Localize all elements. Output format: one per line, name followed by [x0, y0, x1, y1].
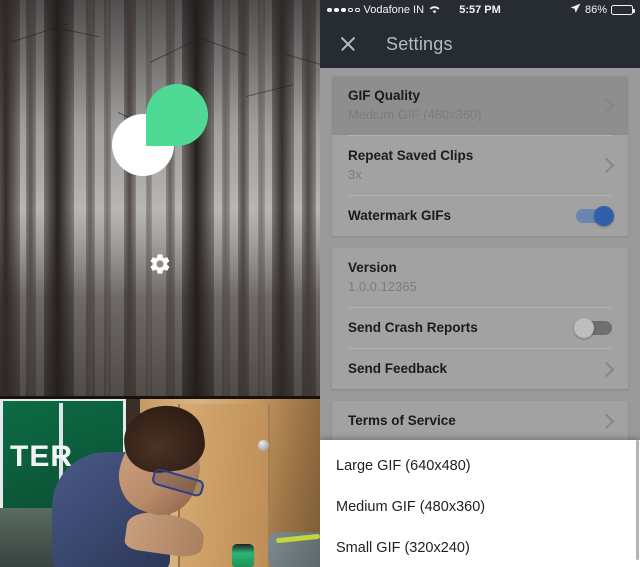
photo-door-knob [258, 440, 269, 451]
tree-trunk [238, 0, 249, 396]
settings-row-version: Version 1.0.0.12365 [332, 248, 628, 307]
settings-row-gif-quality[interactable]: GIF Quality Medium GIF (480x360) [332, 76, 628, 135]
tree-trunk [146, 0, 152, 396]
row-title: Watermark GIFs [348, 208, 452, 223]
gif-quality-dialog[interactable]: Large GIF (640x480) Medium GIF (480x360) S… [320, 440, 640, 567]
captured-photo: TER [0, 396, 320, 567]
row-text-group: GIF Quality Medium GIF (480x360) [348, 87, 591, 124]
row-text-group: Terms of Service [348, 412, 591, 430]
settings-row-send-feedback[interactable]: Send Feedback [332, 349, 628, 389]
row-title: Version [348, 260, 397, 275]
row-title: Repeat Saved Clips [348, 148, 474, 163]
signal-dot-filled [341, 7, 346, 13]
location-arrow-icon [570, 3, 581, 17]
settings-row-send-crash-reports[interactable]: Send Crash Reports [332, 308, 628, 348]
row-text-group: Send Crash Reports [348, 319, 566, 337]
photo-divider [0, 396, 320, 399]
tree-trunk [104, 0, 111, 396]
tree-trunk [272, 0, 294, 396]
photo-water-bottle [232, 544, 254, 567]
page-title: Settings [386, 33, 453, 54]
tree-trunk [86, 0, 95, 396]
row-title: Terms of Service [348, 413, 456, 428]
wifi-icon [428, 4, 441, 17]
gear-icon[interactable] [148, 252, 172, 276]
app-logo [112, 84, 208, 176]
tree-trunk [124, 0, 136, 396]
tree-trunk [222, 0, 230, 396]
tree-trunk [44, 0, 74, 396]
row-title: Send Crash Reports [348, 320, 478, 335]
chevron-right-icon [598, 361, 615, 377]
settings-row-watermark-gifs[interactable]: Watermark GIFs [332, 196, 628, 236]
signal-dot-empty [348, 7, 353, 13]
tree-trunk [0, 0, 20, 396]
signal-dot-empty [355, 7, 360, 13]
row-subtitle: 3x [348, 167, 362, 182]
toggle-switch-send-crash-reports[interactable] [574, 318, 612, 338]
chevron-right-icon [598, 413, 615, 429]
tree-trunk [166, 0, 175, 396]
settings-row-terms-of-service[interactable]: Terms of Service [332, 401, 628, 441]
settings-card: Version 1.0.0.12365 Send Crash Reports Send… [332, 248, 628, 389]
battery-icon [611, 5, 635, 15]
row-subtitle: Medium GIF (480x360) [348, 107, 482, 122]
tree-trunk [26, 0, 36, 396]
app-camera-screen: TER [0, 0, 320, 567]
signal-dot-filled [327, 7, 332, 13]
chevron-right-icon [598, 157, 615, 174]
row-text-group: Repeat Saved Clips 3x [348, 147, 591, 184]
tree-trunk [182, 0, 214, 396]
toggle-switch-watermark-gifs[interactable] [576, 206, 614, 226]
toggle-knob [574, 318, 594, 338]
row-title: GIF Quality [348, 88, 421, 103]
row-text-group: Version 1.0.0.12365 [348, 259, 612, 296]
row-text-group: Send Feedback [348, 360, 591, 378]
chevron-right-icon [598, 97, 615, 114]
dialog-option[interactable]: Medium GIF (480x360) [320, 487, 640, 528]
signal-strength-icon [327, 7, 360, 13]
logo-leaf-green [146, 84, 208, 146]
forest-background-photo [0, 0, 320, 396]
dialog-scrollbar[interactable] [636, 440, 639, 560]
close-icon[interactable] [338, 34, 358, 54]
row-text-group: Watermark GIFs [348, 207, 566, 225]
signal-dot-filled [334, 7, 339, 13]
dialog-option[interactable]: Small GIF (320x240) [320, 528, 640, 567]
photo-sign-text: TER [10, 440, 73, 473]
carrier-label: Vodafone IN [363, 4, 425, 16]
row-title: Send Feedback [348, 361, 448, 376]
app-bar: Settings [320, 20, 640, 68]
screenshot-root: TER Vodafone IN 5:57 PM 86% Settings GIF… [0, 0, 640, 567]
settings-row-repeat-saved-clips[interactable]: Repeat Saved Clips 3x [332, 136, 628, 195]
settings-card: Terms of Service [332, 401, 628, 441]
toggle-knob [594, 206, 614, 226]
dialog-option[interactable]: Large GIF (640x480) [320, 446, 640, 487]
tree-trunk [258, 0, 265, 396]
battery-percent-label: 86% [584, 4, 607, 16]
row-subtitle: 1.0.0.12365 [348, 279, 417, 294]
status-bar: Vodafone IN 5:57 PM 86% [320, 0, 640, 20]
settings-screen: Vodafone IN 5:57 PM 86% Settings GIF Qua… [320, 0, 640, 567]
settings-card: GIF Quality Medium GIF (480x360) Repeat Sa… [332, 76, 628, 236]
